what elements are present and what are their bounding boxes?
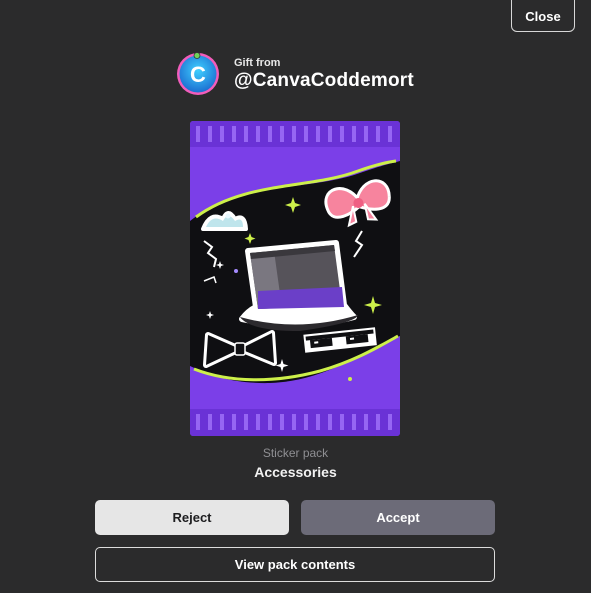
sender-text: Gift from @CanvaCoddemort [234, 57, 414, 92]
top-hat-icon [239, 240, 358, 331]
close-button[interactable]: Close [511, 0, 575, 32]
sender-info: C Gift from @CanvaCoddemort [176, 52, 414, 96]
accept-button[interactable]: Accept [301, 500, 495, 535]
sender-username: @CanvaCoddemort [234, 69, 414, 91]
sticker-pack-image [190, 121, 400, 436]
pack-type-label: Sticker pack [262, 446, 329, 460]
gift-from-label: Gift from [234, 56, 281, 69]
gift-modal: Close C Gift from @CanvaCoddemort Sticke… [0, 0, 591, 593]
avatar: C [176, 52, 220, 96]
pack-name: Accessories [254, 464, 337, 480]
avatar-letter: C [190, 62, 206, 87]
reject-button[interactable]: Reject [95, 500, 289, 535]
view-pack-contents-button[interactable]: View pack contents [95, 547, 495, 582]
